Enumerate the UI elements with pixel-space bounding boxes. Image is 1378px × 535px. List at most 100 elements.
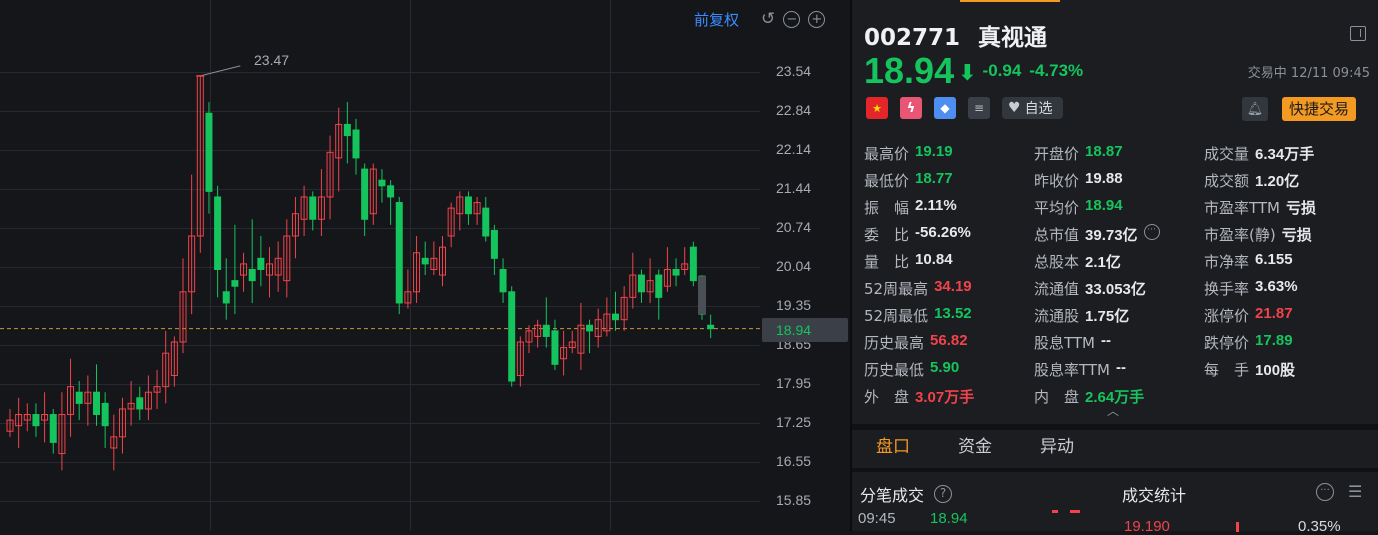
- kline-chart[interactable]: 23.54 22.84 22.14 21.44 20.74 20.04 19.35 18.65…: [0, 0, 850, 531]
- candle[interactable]: [387, 180, 395, 225]
- more-options-icon[interactable]: ···: [1316, 483, 1334, 501]
- candle[interactable]: [240, 252, 248, 292]
- candle[interactable]: [413, 236, 421, 303]
- candle[interactable]: [188, 174, 196, 315]
- more-icon[interactable]: ···: [1143, 224, 1160, 240]
- candle[interactable]: [499, 258, 507, 303]
- candle[interactable]: [58, 392, 66, 471]
- candle[interactable]: [655, 269, 663, 320]
- adjust-mode-button[interactable]: 前复权: [694, 9, 739, 30]
- candle[interactable]: [361, 163, 369, 237]
- zoom-in-icon[interactable]: +: [808, 10, 826, 28]
- candle[interactable]: [6, 408, 14, 437]
- candle[interactable]: [707, 314, 715, 339]
- candle[interactable]: [681, 247, 689, 276]
- margin-trading-icon[interactable]: ϟ: [900, 97, 922, 119]
- candle[interactable]: [205, 102, 213, 214]
- candle[interactable]: [283, 219, 291, 298]
- candle[interactable]: [473, 196, 481, 225]
- candle[interactable]: [144, 375, 152, 421]
- candle[interactable]: [603, 297, 611, 337]
- kline-canvas[interactable]: [0, 0, 850, 531]
- candle[interactable]: [248, 219, 256, 303]
- candle[interactable]: [75, 381, 83, 421]
- candle[interactable]: [378, 169, 386, 203]
- candle[interactable]: [637, 269, 645, 303]
- candle[interactable]: [352, 118, 360, 175]
- candle[interactable]: [689, 241, 697, 287]
- candle[interactable]: [594, 308, 602, 348]
- tab-anomaly[interactable]: 异动: [1016, 430, 1098, 470]
- watchlist-button[interactable]: ♥ 自选: [1002, 97, 1063, 119]
- candle[interactable]: [335, 107, 343, 192]
- candle[interactable]: [629, 252, 637, 309]
- candle[interactable]: [49, 408, 57, 454]
- candle[interactable]: [663, 247, 671, 292]
- candle[interactable]: [196, 75, 204, 253]
- candle[interactable]: [456, 191, 464, 231]
- candle[interactable]: [646, 258, 654, 303]
- candle[interactable]: [274, 241, 282, 292]
- candle[interactable]: [672, 258, 680, 287]
- candle[interactable]: [551, 319, 559, 370]
- candle[interactable]: [257, 236, 265, 287]
- tab-orderbook[interactable]: 盘口: [852, 430, 934, 470]
- quick-trade-button[interactable]: 快捷交易: [1282, 97, 1357, 121]
- candle[interactable]: [118, 397, 126, 454]
- candle[interactable]: [326, 135, 334, 220]
- list-view-icon[interactable]: ☰: [1348, 484, 1362, 500]
- candle[interactable]: [23, 403, 31, 432]
- candle[interactable]: [369, 163, 377, 225]
- china-flag-icon[interactable]: ★: [866, 97, 888, 119]
- candle[interactable]: [136, 386, 144, 421]
- candle[interactable]: [93, 364, 100, 426]
- candle[interactable]: [41, 392, 49, 443]
- candle[interactable]: [577, 302, 585, 370]
- candle[interactable]: [179, 258, 187, 354]
- candle[interactable]: [568, 330, 576, 354]
- y-tick-label: 17.25: [776, 414, 812, 430]
- candle[interactable]: [15, 397, 23, 449]
- candle[interactable]: [430, 241, 438, 276]
- candle[interactable]: [101, 392, 109, 449]
- zoom-out-icon[interactable]: −: [783, 10, 801, 28]
- tab-fund-flow[interactable]: 资金: [934, 430, 1016, 470]
- candle[interactable]: [560, 330, 568, 376]
- stat-label: 52周最低: [864, 307, 929, 325]
- candle[interactable]: [395, 196, 403, 315]
- candle[interactable]: [67, 358, 75, 437]
- candle[interactable]: [421, 241, 429, 276]
- candle[interactable]: [162, 330, 170, 404]
- candle[interactable]: [612, 291, 619, 331]
- candle[interactable]: [439, 236, 446, 287]
- candle[interactable]: [464, 191, 472, 225]
- candle[interactable]: [291, 196, 299, 259]
- undo-icon[interactable]: ↺: [761, 9, 775, 29]
- candle[interactable]: [542, 297, 550, 348]
- candle[interactable]: [447, 202, 455, 248]
- candle[interactable]: [266, 247, 273, 298]
- candle[interactable]: [127, 381, 135, 426]
- candle[interactable]: [516, 336, 524, 387]
- tag-icon[interactable]: ◆: [934, 97, 956, 119]
- candle[interactable]: [620, 286, 628, 331]
- collapse-chevron-icon[interactable]: ︿: [1107, 402, 1119, 419]
- candle[interactable]: [84, 375, 92, 426]
- candle[interactable]: [214, 185, 222, 298]
- layout-toggle-icon[interactable]: [1350, 26, 1366, 41]
- candle[interactable]: [110, 414, 118, 471]
- candle[interactable]: [231, 224, 239, 315]
- bell-icon[interactable]: 🔔︎: [1242, 97, 1268, 121]
- candle[interactable]: [170, 336, 178, 387]
- help-icon[interactable]: ?: [934, 485, 953, 503]
- candle[interactable]: [508, 286, 516, 387]
- candle[interactable]: [317, 169, 325, 237]
- candle[interactable]: [309, 191, 317, 231]
- document-icon[interactable]: ≡: [968, 97, 990, 119]
- candle[interactable]: [482, 196, 490, 242]
- candle[interactable]: [525, 325, 533, 354]
- candle[interactable]: [153, 369, 161, 409]
- candle[interactable]: [586, 319, 594, 354]
- candle[interactable]: [32, 403, 40, 437]
- candle[interactable]: [534, 319, 542, 348]
